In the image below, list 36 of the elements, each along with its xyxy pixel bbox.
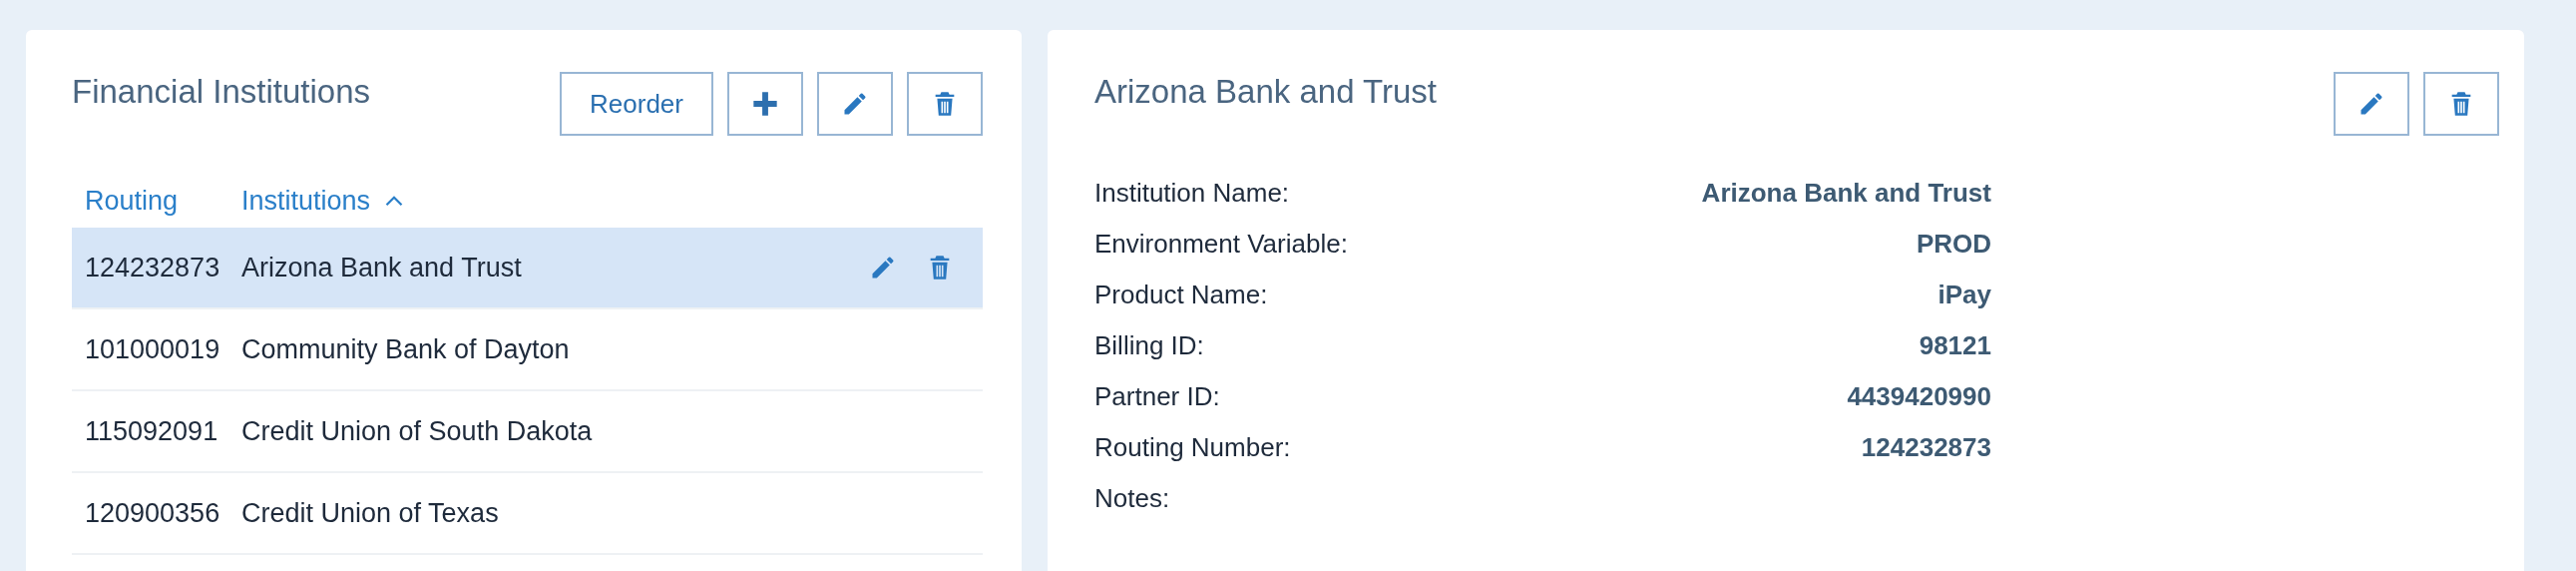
- field-value: iPay: [1937, 280, 1991, 310]
- field-value: Arizona Bank and Trust: [1701, 178, 1991, 209]
- panel-title: Financial Institutions: [72, 72, 370, 112]
- table-row[interactable]: 101000019 Community Bank of Dayton: [72, 309, 983, 391]
- field-label: Environment Variable:: [1094, 229, 1348, 260]
- field-value: 98121: [1919, 330, 1991, 361]
- routing-cell-text: 115092091: [84, 415, 219, 447]
- reorder-button[interactable]: Reorder: [560, 72, 713, 136]
- routing-cell-text: 101000019: [84, 333, 221, 365]
- routing-cell-text: 120900356: [84, 497, 221, 529]
- institution-cell-text: Credit Union of South Dakota: [241, 415, 594, 447]
- field-label: Notes:: [1094, 483, 1170, 514]
- field-label: Product Name:: [1094, 280, 1268, 310]
- field-label: Routing Number:: [1094, 432, 1291, 463]
- table-row[interactable]: 115092091 Credit Union of South Dakota: [72, 391, 983, 473]
- edit-button[interactable]: [817, 72, 893, 136]
- edit-button[interactable]: [2334, 72, 2409, 136]
- column-header[interactable]: Routing: [85, 185, 179, 217]
- institution-cell-text: Community Bank of Dayton: [241, 333, 571, 365]
- table-row[interactable]: 124232873 Arizona Bank and Trust: [72, 228, 983, 309]
- institution-cell-text: Credit Union of Texas: [241, 497, 500, 529]
- field-value: 4439420990: [1847, 381, 1991, 412]
- field-label: Partner ID:: [1094, 381, 1220, 412]
- field-value: 124232873: [1861, 432, 1991, 463]
- plus-icon: [751, 90, 779, 118]
- add-button[interactable]: [727, 72, 803, 136]
- institution-cell-text: Arizona Bank and Trust: [241, 252, 523, 284]
- field-label: Institution Name:: [1094, 178, 1290, 209]
- routing-cell-text: 124232873: [84, 252, 221, 284]
- panel-title: Arizona Bank and Trust: [1094, 72, 1438, 112]
- table-row[interactable]: 120900356 Credit Union of Texas: [72, 473, 983, 555]
- column-header[interactable]: Institutions: [241, 185, 371, 217]
- delete-button[interactable]: [907, 72, 983, 136]
- field-value: PROD: [1916, 229, 1991, 260]
- delete-button[interactable]: [2423, 72, 2499, 136]
- field-label: Billing ID:: [1094, 330, 1204, 361]
